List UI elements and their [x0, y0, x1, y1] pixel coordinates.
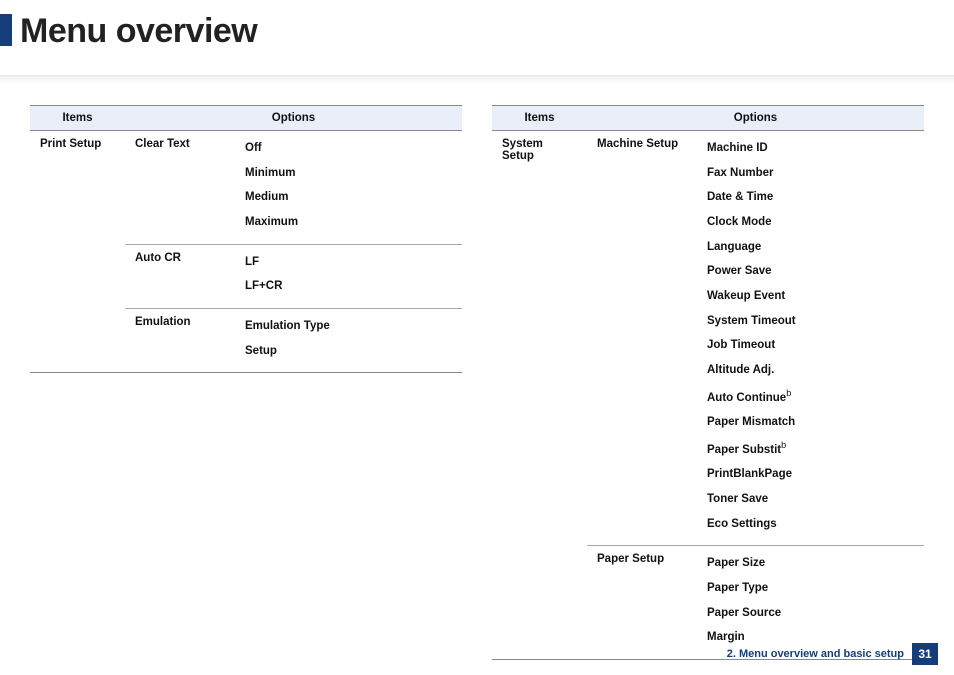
title-accent-bar: [0, 14, 12, 46]
table-row: System Setup Machine Setup Machine IDFax…: [492, 131, 924, 546]
option-item: Emulation Type: [245, 316, 452, 341]
footer-label: 2. Menu overview and basic setup: [727, 648, 904, 660]
option-list: Machine IDFax NumberDate & TimeClock Mod…: [707, 138, 914, 538]
page-number-box: 31: [912, 643, 938, 665]
option-item: PrintBlankPage: [707, 464, 914, 489]
option-item: Paper Substitb: [707, 437, 914, 465]
setting-options: OffMinimumMediumMaximum: [235, 131, 462, 245]
option-item: Paper Mismatch: [707, 412, 914, 437]
setting-label: Emulation: [125, 309, 235, 373]
title-shadow: [0, 75, 954, 83]
header-items: Items: [30, 106, 125, 131]
option-list: Paper SizePaper TypePaper SourceMargin: [707, 553, 914, 652]
option-item: Clock Mode: [707, 212, 914, 237]
right-column: Items Options System Setup Machine Setup…: [492, 105, 924, 660]
category-cell: System Setup: [492, 131, 587, 660]
left-column: Items Options Print Setup Clear Text Off…: [30, 105, 462, 660]
option-item: Wakeup Event: [707, 286, 914, 311]
setting-options: LFLF+CR: [235, 244, 462, 308]
option-item: Eco Settings: [707, 514, 914, 539]
setting-label: Machine Setup: [587, 131, 697, 546]
header-options: Options: [587, 106, 924, 131]
header-items: Items: [492, 106, 587, 131]
category-cell: Print Setup: [30, 131, 125, 373]
title-section: Menu overview: [0, 0, 954, 69]
option-item: Setup: [245, 341, 452, 366]
option-list: OffMinimumMediumMaximum: [245, 138, 452, 237]
option-list: Emulation TypeSetup: [245, 316, 452, 365]
option-item: Job Timeout: [707, 335, 914, 360]
option-item: Maximum: [245, 212, 452, 237]
option-item: Paper Source: [707, 603, 914, 628]
table-header-row: Items Options: [30, 106, 462, 131]
option-item: Fax Number: [707, 163, 914, 188]
setting-options: Machine IDFax NumberDate & TimeClock Mod…: [697, 131, 924, 546]
option-item: Off: [245, 138, 452, 163]
option-item: Toner Save: [707, 489, 914, 514]
header-options: Options: [125, 106, 462, 131]
option-item: Minimum: [245, 163, 452, 188]
option-item: Paper Size: [707, 553, 914, 578]
setting-label: Auto CR: [125, 244, 235, 308]
option-item: Date & Time: [707, 187, 914, 212]
page-footer: 2. Menu overview and basic setup 31: [727, 643, 938, 665]
option-item: Paper Type: [707, 578, 914, 603]
option-item: LF: [245, 252, 452, 277]
content-area: Items Options Print Setup Clear Text Off…: [0, 83, 954, 660]
page-title: Menu overview: [20, 12, 954, 51]
table-row: Print Setup Clear Text OffMinimumMediumM…: [30, 131, 462, 245]
option-item: Medium: [245, 187, 452, 212]
option-item: System Timeout: [707, 311, 914, 336]
option-item: LF+CR: [245, 276, 452, 301]
setting-label: Paper Setup: [587, 546, 697, 660]
setting-label: Clear Text: [125, 131, 235, 245]
option-item: Auto Continueb: [707, 385, 914, 413]
option-item: Altitude Adj.: [707, 360, 914, 385]
footnote-marker: b: [786, 388, 791, 398]
footnote-marker: b: [781, 440, 786, 450]
right-table: Items Options System Setup Machine Setup…: [492, 105, 924, 660]
option-list: LFLF+CR: [245, 252, 452, 301]
setting-options: Emulation TypeSetup: [235, 309, 462, 373]
left-table: Items Options Print Setup Clear Text Off…: [30, 105, 462, 373]
option-item: Machine ID: [707, 138, 914, 163]
option-item: Language: [707, 237, 914, 262]
table-header-row: Items Options: [492, 106, 924, 131]
option-item: Power Save: [707, 261, 914, 286]
